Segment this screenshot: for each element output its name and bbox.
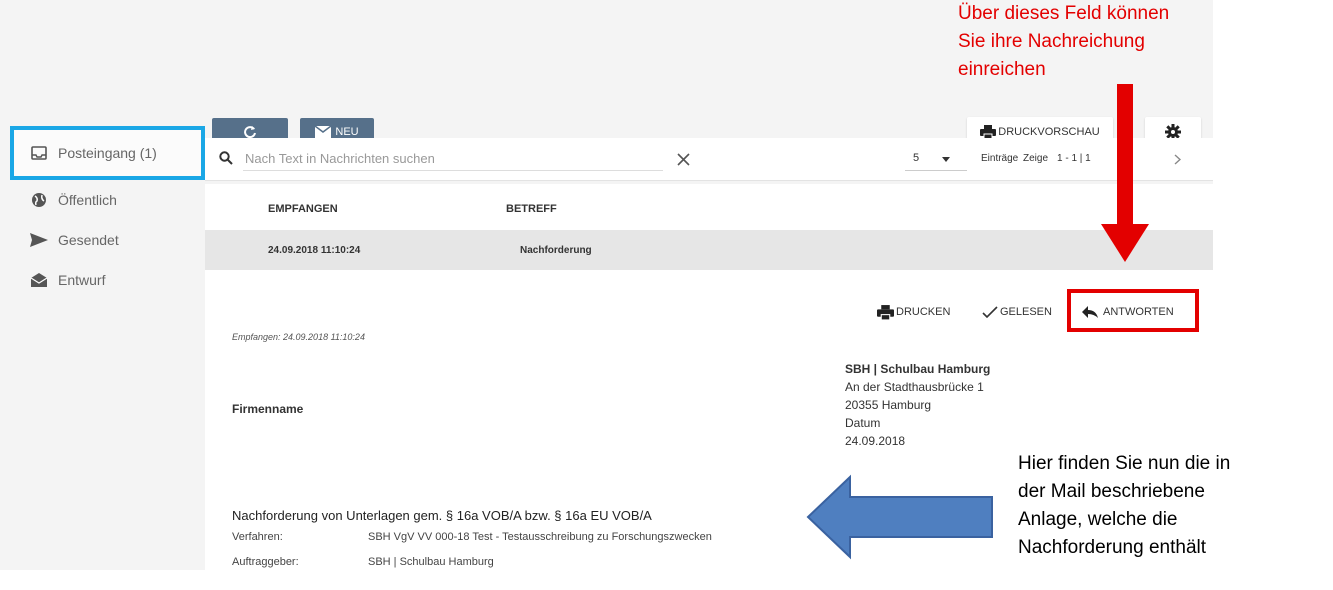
entries-label: Einträge	[981, 153, 1019, 164]
cell-received: 24.09.2018 11:10:24	[268, 245, 361, 256]
annotation-top-note: Über dieses Feld können Sie ihre Nachrei…	[958, 0, 1169, 84]
page-size-underline	[905, 170, 967, 171]
table-header: EMPFANGEN BETREFF	[205, 184, 1213, 230]
company-name-label: Firmenname	[232, 402, 304, 416]
annotation-line: Hier finden Sie nun die in	[1018, 453, 1231, 474]
annotation-line: der Mail beschriebene	[1018, 481, 1205, 502]
print-button[interactable]: DRUCKEN	[877, 300, 950, 324]
sender-address: SBH | Schulbau Hamburg An der Stadthausb…	[845, 360, 990, 450]
reply-button[interactable]: ANTWORTEN	[1082, 300, 1174, 324]
annotation-right-note: Hier finden Sie nun die in der Mail besc…	[1018, 450, 1230, 562]
subject-line: Nachforderung von Unterlagen gem. § 16a …	[232, 508, 652, 523]
printer-icon	[877, 304, 894, 320]
sender-city: 20355 Hamburg	[845, 398, 932, 412]
detail-value: SBH VgV VV 000-18 Test - Testausschreibu…	[368, 531, 712, 543]
crop-edge	[0, 570, 1000, 590]
date-value: 24.09.2018	[845, 434, 906, 448]
envelope-icon	[315, 126, 332, 138]
page-size-select[interactable]: 5	[913, 152, 919, 164]
mark-read-button[interactable]: GELESEN	[982, 300, 1052, 324]
read-label: GELESEN	[1000, 306, 1052, 318]
detail-key: Auftraggeber:	[232, 556, 299, 568]
received-line: Empfangen: 24.09.2018 11:10:24	[232, 332, 365, 342]
date-label: Datum	[845, 416, 881, 430]
detail-key: Verfahren:	[232, 531, 283, 543]
search-bar: Nach Text in Nachrichten suchen 5 Einträ…	[205, 138, 1213, 181]
annotation-line: Sie ihre Nachreichung	[958, 31, 1145, 52]
printer-icon	[980, 125, 997, 139]
draft-icon	[30, 271, 48, 289]
inbox-icon	[30, 144, 48, 162]
clear-search-icon[interactable]	[677, 153, 690, 166]
chevron-down-icon[interactable]	[942, 157, 950, 162]
sidebar-item-label: Entwurf	[58, 272, 106, 288]
new-label: NEU	[335, 126, 359, 138]
cell-subject: Nachforderung	[520, 245, 592, 256]
annotation-line: Über dieses Feld können	[958, 3, 1170, 24]
column-header-subject[interactable]: BETREFF	[506, 203, 557, 215]
search-underline	[243, 170, 663, 171]
search-input[interactable]: Nach Text in Nachrichten suchen	[245, 151, 435, 166]
checkmark-icon	[982, 306, 998, 318]
search-icon	[219, 151, 233, 165]
annotation-line: einreichen	[958, 59, 1046, 80]
print-preview-label: DRUCKVORSCHAU	[998, 126, 1100, 138]
table-row[interactable]: 24.09.2018 11:10:24 Nachforderung	[205, 230, 1213, 270]
page-range: 1 - 1 | 1	[1057, 153, 1091, 164]
sender-street: An der Stadthausbrücke 1	[845, 380, 984, 394]
send-icon	[30, 231, 48, 249]
globe-icon	[30, 191, 48, 209]
sidebar-item-inbox[interactable]: Posteingang (1)	[10, 126, 205, 180]
print-label: DRUCKEN	[896, 306, 951, 318]
blue-arrow-left	[806, 474, 993, 560]
red-arrow-down	[1101, 84, 1149, 262]
sidebar-item-public[interactable]: Öffentlich	[10, 180, 205, 220]
sidebar-item-draft[interactable]: Entwurf	[10, 260, 205, 300]
sidebar: Posteingang (1) Öffentlich Gesendet Entw…	[10, 126, 205, 300]
annotation-line: Anlage, welche die	[1018, 509, 1178, 530]
sidebar-item-label: Posteingang (1)	[58, 145, 157, 161]
sender-name: SBH | Schulbau Hamburg	[845, 362, 991, 376]
detail-value: SBH | Schulbau Hamburg	[368, 556, 494, 568]
reply-label: ANTWORTEN	[1103, 306, 1174, 318]
reply-icon	[1082, 306, 1098, 318]
chevron-right-icon[interactable]	[1174, 154, 1181, 165]
show-label: Zeige	[1023, 153, 1049, 164]
sidebar-item-label: Öffentlich	[58, 192, 117, 208]
sidebar-item-label: Gesendet	[58, 232, 119, 248]
sidebar-item-sent[interactable]: Gesendet	[10, 220, 205, 260]
refresh-icon	[244, 126, 256, 139]
annotation-line: Nachforderung enthält	[1018, 537, 1207, 558]
column-header-received[interactable]: EMPFANGEN	[268, 203, 338, 215]
